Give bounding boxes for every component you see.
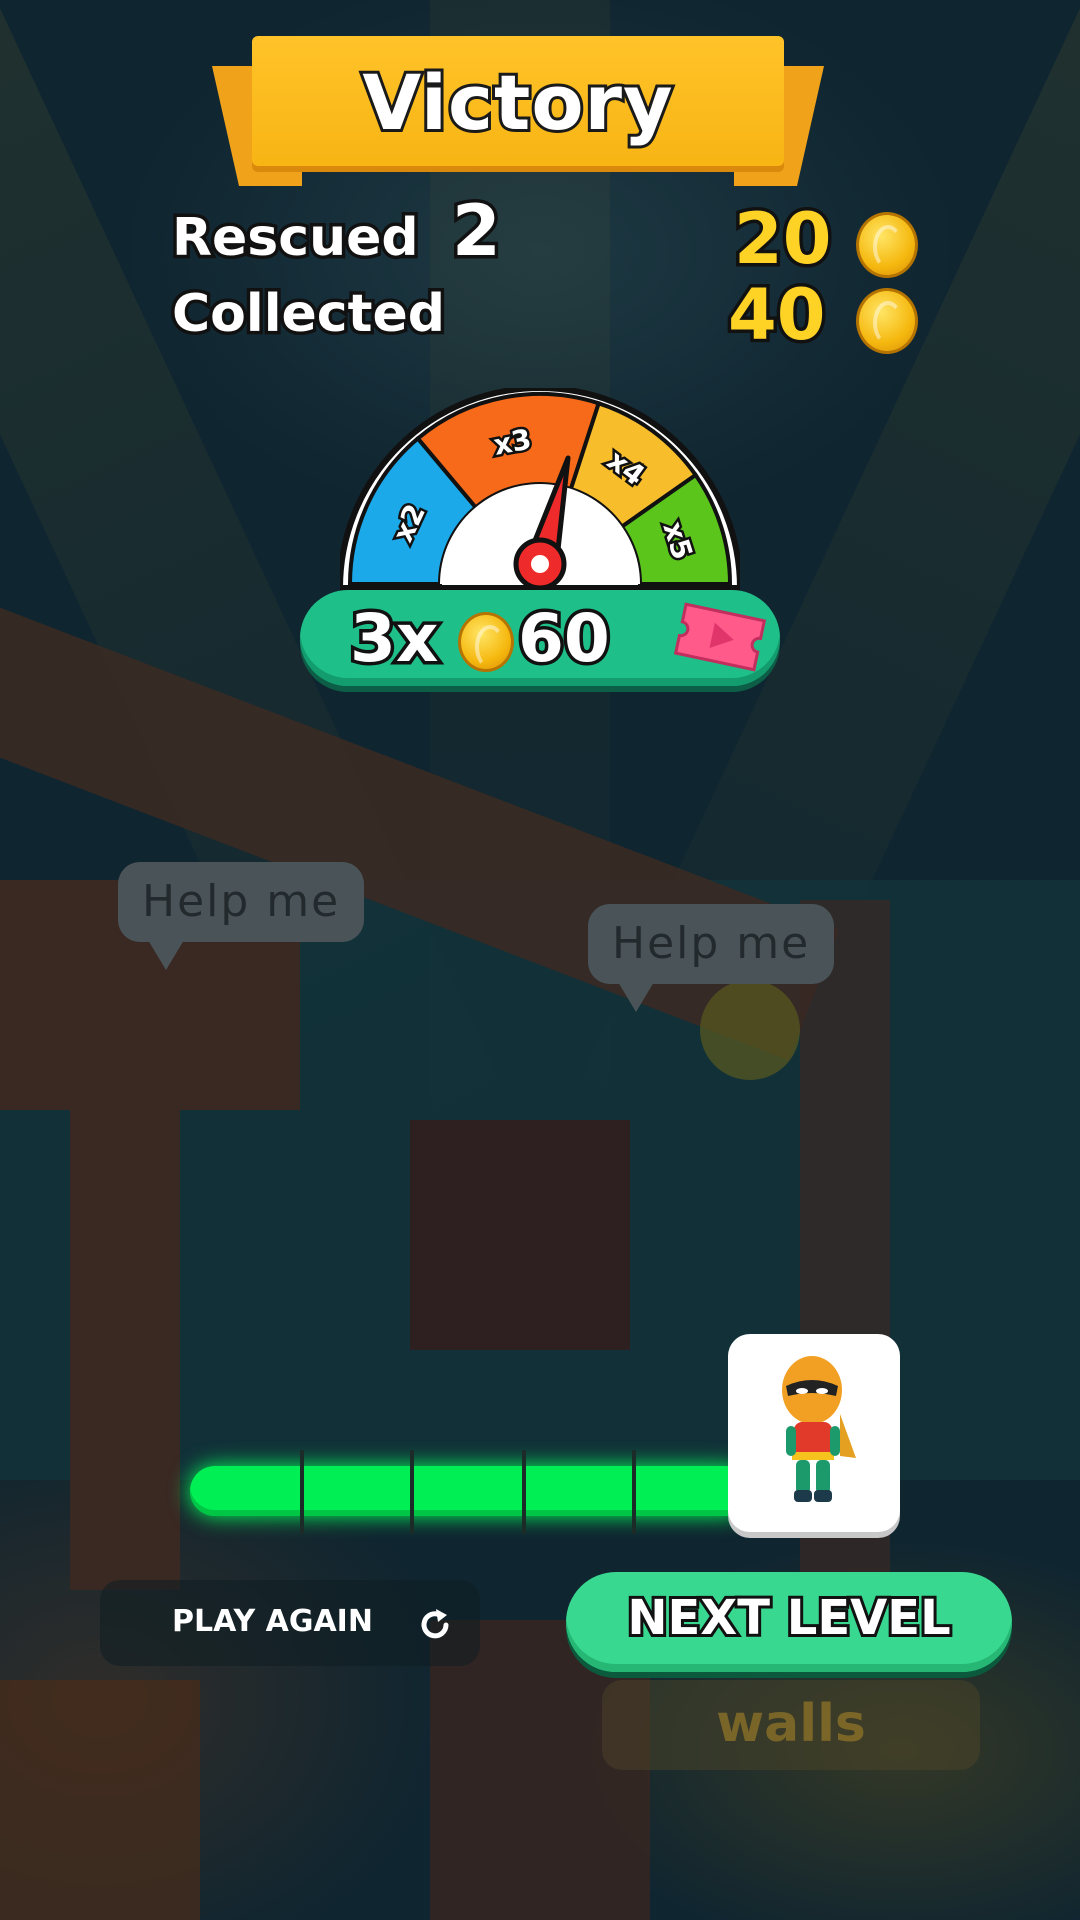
replay-icon bbox=[421, 1609, 449, 1639]
coin-icon bbox=[458, 612, 514, 672]
victory-title: Victory bbox=[359, 55, 675, 150]
reward-multiplier-button[interactable]: 3x 60 bbox=[300, 590, 780, 686]
walls-hint-panel: walls bbox=[602, 1680, 980, 1770]
progress-divider bbox=[632, 1450, 636, 1534]
scene-wall-block bbox=[410, 1120, 630, 1350]
reward-multiplier: 3x bbox=[347, 597, 442, 681]
collected-coins: 40 bbox=[724, 271, 828, 360]
rescued-label: Rescued bbox=[169, 205, 423, 272]
play-again-button[interactable]: PLAY AGAIN bbox=[100, 1580, 480, 1666]
scene-wall-block bbox=[0, 1680, 200, 1920]
rescued-count: 2 bbox=[449, 187, 505, 276]
level-progress-bar bbox=[190, 1450, 750, 1534]
multiplier-gauge: x2x3x4x5 bbox=[340, 388, 740, 590]
ad-ticket-icon bbox=[673, 602, 767, 672]
walls-hint-label: walls bbox=[716, 1694, 866, 1754]
progress-divider bbox=[300, 1450, 304, 1534]
rescued-coins: 20 bbox=[730, 195, 834, 284]
coin-in-scene-icon bbox=[700, 980, 800, 1080]
character-unlock-card bbox=[728, 1334, 900, 1532]
help-speech-bubble: Help me bbox=[588, 904, 835, 1012]
scene-wall-block bbox=[70, 1090, 180, 1590]
next-level-label: NEXT LEVEL bbox=[624, 1587, 953, 1649]
help-speech-bubble: Help me bbox=[118, 862, 365, 970]
next-level-button[interactable]: NEXT LEVEL bbox=[566, 1572, 1012, 1672]
play-again-label: PLAY AGAIN bbox=[172, 1604, 373, 1639]
victory-banner: Victory bbox=[212, 36, 824, 186]
gauge-label-x3: x3 bbox=[491, 422, 534, 462]
progress-divider bbox=[410, 1450, 414, 1534]
collected-label: Collected bbox=[169, 281, 449, 348]
hero-character-icon bbox=[782, 1356, 856, 1502]
progress-divider bbox=[522, 1450, 526, 1534]
reward-amount: 60 bbox=[515, 597, 614, 681]
coin-icon bbox=[856, 288, 918, 354]
coin-icon bbox=[856, 212, 918, 278]
